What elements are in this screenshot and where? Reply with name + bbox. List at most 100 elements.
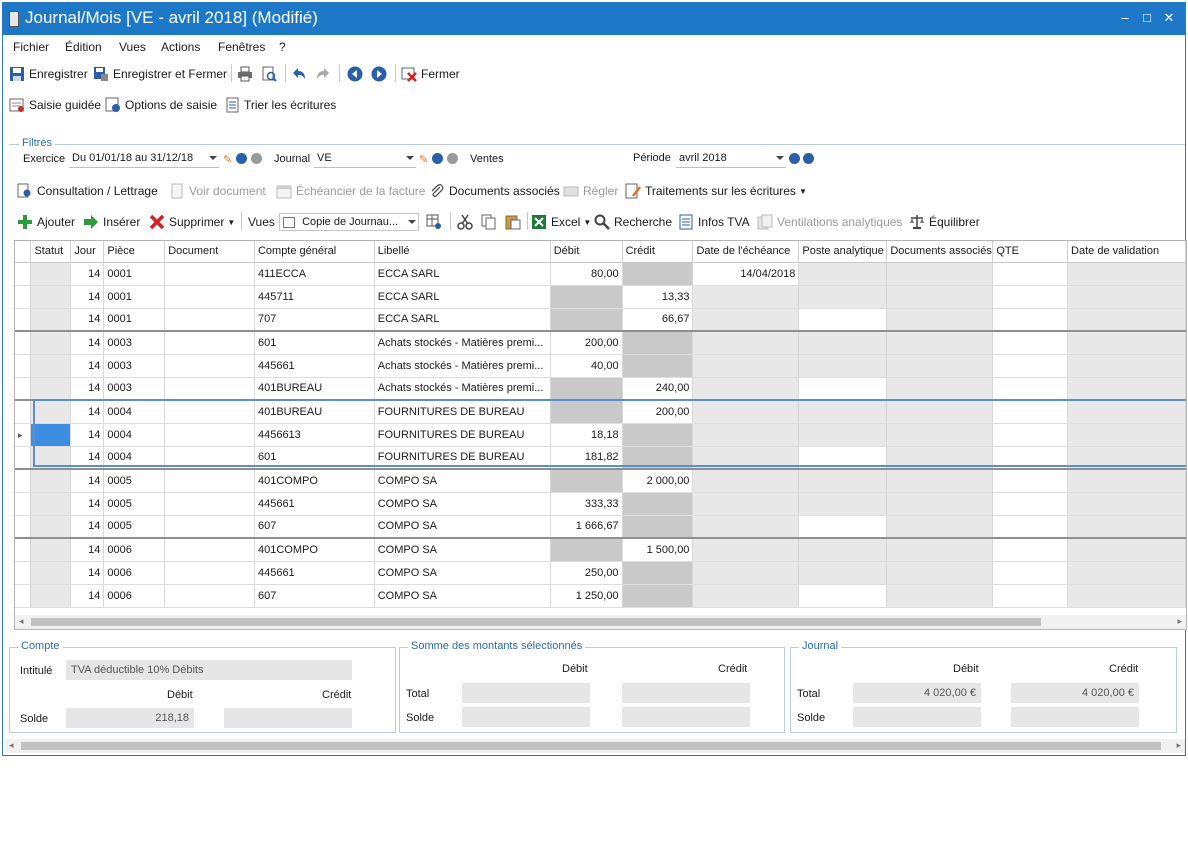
- jour-cell[interactable]: 14: [70, 515, 105, 539]
- poste-analytique-cell[interactable]: [798, 330, 888, 355]
- scroll-thumb[interactable]: [21, 742, 1161, 750]
- table-row[interactable]: 14 0004 401BUREAU FOURNITURES DE BUREAU 200,…: [15, 399, 1186, 424]
- piece-cell[interactable]: 0004: [103, 399, 166, 424]
- journal-select[interactable]: VE: [314, 150, 416, 168]
- libelle-cell[interactable]: FOURNITURES DE BUREAU: [374, 446, 551, 470]
- jour-cell[interactable]: 14: [70, 584, 105, 608]
- jour-cell[interactable]: 14: [70, 492, 105, 516]
- debit-cell[interactable]: 250,00: [550, 561, 623, 585]
- qte-cell[interactable]: [992, 330, 1069, 355]
- statut-cell[interactable]: [30, 354, 72, 378]
- libelle-cell[interactable]: COMPO SA: [374, 537, 551, 562]
- document-cell[interactable]: [164, 399, 255, 424]
- scroll-left-icon[interactable]: ◂: [19, 616, 24, 627]
- delete-button[interactable]: Supprimer ▼: [149, 212, 235, 232]
- compte-cell[interactable]: 401COMPO: [254, 537, 375, 562]
- debit-cell[interactable]: 200,00: [550, 330, 623, 355]
- qte-cell[interactable]: [992, 446, 1069, 470]
- piece-cell[interactable]: 0001: [103, 308, 166, 332]
- credit-cell[interactable]: 1 500,00: [622, 537, 694, 562]
- compte-cell[interactable]: 4456613: [254, 423, 375, 447]
- column-header[interactable]: Libellé: [374, 241, 551, 263]
- row-indicator[interactable]: [15, 399, 32, 424]
- debit-cell[interactable]: [550, 308, 623, 332]
- row-indicator[interactable]: [15, 354, 32, 378]
- date-validation-cell[interactable]: [1067, 399, 1186, 424]
- qte-cell[interactable]: [992, 262, 1069, 286]
- piece-cell[interactable]: 0001: [103, 262, 166, 286]
- document-cell[interactable]: [164, 515, 255, 539]
- compte-cell[interactable]: 607: [254, 584, 375, 608]
- save-close-button[interactable]: Enregistrer et Fermer: [93, 64, 227, 84]
- save-button[interactable]: Enregistrer: [9, 64, 88, 84]
- clear-icon[interactable]: [251, 153, 262, 164]
- menu-actions[interactable]: Actions: [161, 40, 200, 54]
- qte-cell[interactable]: [992, 515, 1069, 539]
- piece-cell[interactable]: 0006: [103, 584, 166, 608]
- credit-cell[interactable]: [622, 262, 694, 286]
- column-header[interactable]: Débit: [550, 241, 623, 263]
- compte-cell[interactable]: 707: [254, 308, 375, 332]
- piece-cell[interactable]: 0005: [103, 515, 166, 539]
- table-row[interactable]: 14 0003 401BUREAU Achats stockés - Matières…: [15, 377, 1186, 401]
- piece-cell[interactable]: 0003: [103, 330, 166, 355]
- debit-cell[interactable]: [550, 537, 623, 562]
- menu-vues[interactable]: Vues: [119, 40, 146, 54]
- jour-cell[interactable]: 14: [70, 446, 105, 470]
- documents-associes-cell[interactable]: [886, 468, 994, 493]
- statut-cell[interactable]: [30, 584, 72, 608]
- column-header[interactable]: Poste analytique: [798, 241, 888, 263]
- documents-associes-cell[interactable]: [886, 377, 994, 401]
- menu-help[interactable]: ?: [279, 40, 286, 54]
- consultation-button[interactable]: Consultation / Lettrage: [17, 181, 158, 201]
- date-validation-cell[interactable]: [1067, 446, 1186, 470]
- exercice-select[interactable]: Du 01/01/18 au 31/12/18: [69, 150, 219, 168]
- search-button[interactable]: Recherche: [594, 212, 672, 232]
- statut-cell[interactable]: [30, 399, 72, 424]
- row-indicator[interactable]: [15, 446, 32, 470]
- insert-button[interactable]: Insérer: [83, 212, 140, 232]
- poste-analytique-cell[interactable]: [798, 399, 888, 424]
- statut-cell[interactable]: [30, 468, 72, 493]
- libelle-cell[interactable]: FOURNITURES DE BUREAU: [374, 399, 551, 424]
- credit-cell[interactable]: 66,67: [622, 308, 694, 332]
- row-indicator[interactable]: [15, 262, 32, 286]
- libelle-cell[interactable]: ECCA SARL: [374, 262, 551, 286]
- poste-analytique-cell[interactable]: [798, 423, 888, 447]
- echeance-cell[interactable]: [692, 446, 800, 470]
- credit-cell[interactable]: [622, 515, 694, 539]
- jour-cell[interactable]: 14: [70, 537, 105, 562]
- row-indicator[interactable]: [15, 515, 32, 539]
- debit-cell[interactable]: 181,82: [550, 446, 623, 470]
- libelle-cell[interactable]: COMPO SA: [374, 468, 551, 493]
- compte-cell[interactable]: 445661: [254, 492, 375, 516]
- table-row[interactable]: 14 0006 401COMPO COMPO SA 1 500,00: [15, 537, 1186, 562]
- documents-associes-cell[interactable]: [886, 330, 994, 355]
- add-button[interactable]: Ajouter: [17, 212, 75, 232]
- document-cell[interactable]: [164, 446, 255, 470]
- documents-associes-cell[interactable]: [886, 537, 994, 562]
- row-indicator[interactable]: [15, 537, 32, 562]
- date-validation-cell[interactable]: [1067, 515, 1186, 539]
- table-row[interactable]: 14 0001 707 ECCA SARL 66,67: [15, 308, 1186, 332]
- column-header[interactable]: Pièce: [103, 241, 166, 263]
- document-cell[interactable]: [164, 584, 255, 608]
- window-horizontal-scrollbar[interactable]: ◂ ▸: [5, 739, 1185, 753]
- echeance-cell[interactable]: [692, 468, 800, 493]
- poste-analytique-cell[interactable]: [798, 354, 888, 378]
- qte-cell[interactable]: [992, 285, 1069, 309]
- jour-cell[interactable]: 14: [70, 377, 105, 401]
- column-header[interactable]: Date de validation: [1067, 241, 1186, 263]
- treatments-button[interactable]: Traitements sur les écritures ▼: [625, 181, 807, 201]
- piece-cell[interactable]: 0004: [103, 423, 166, 447]
- document-cell[interactable]: [164, 377, 255, 401]
- libelle-cell[interactable]: ECCA SARL: [374, 285, 551, 309]
- documents-associes-cell[interactable]: [886, 423, 994, 447]
- poste-analytique-cell[interactable]: [798, 308, 888, 332]
- piece-cell[interactable]: 0005: [103, 492, 166, 516]
- view-settings-button[interactable]: [426, 212, 446, 232]
- print-preview-button[interactable]: [261, 64, 281, 84]
- echeance-cell[interactable]: [692, 354, 800, 378]
- qte-cell[interactable]: [992, 561, 1069, 585]
- title-bar[interactable]: Journal/Mois [VE - avril 2018] (Modifié)…: [3, 3, 1185, 35]
